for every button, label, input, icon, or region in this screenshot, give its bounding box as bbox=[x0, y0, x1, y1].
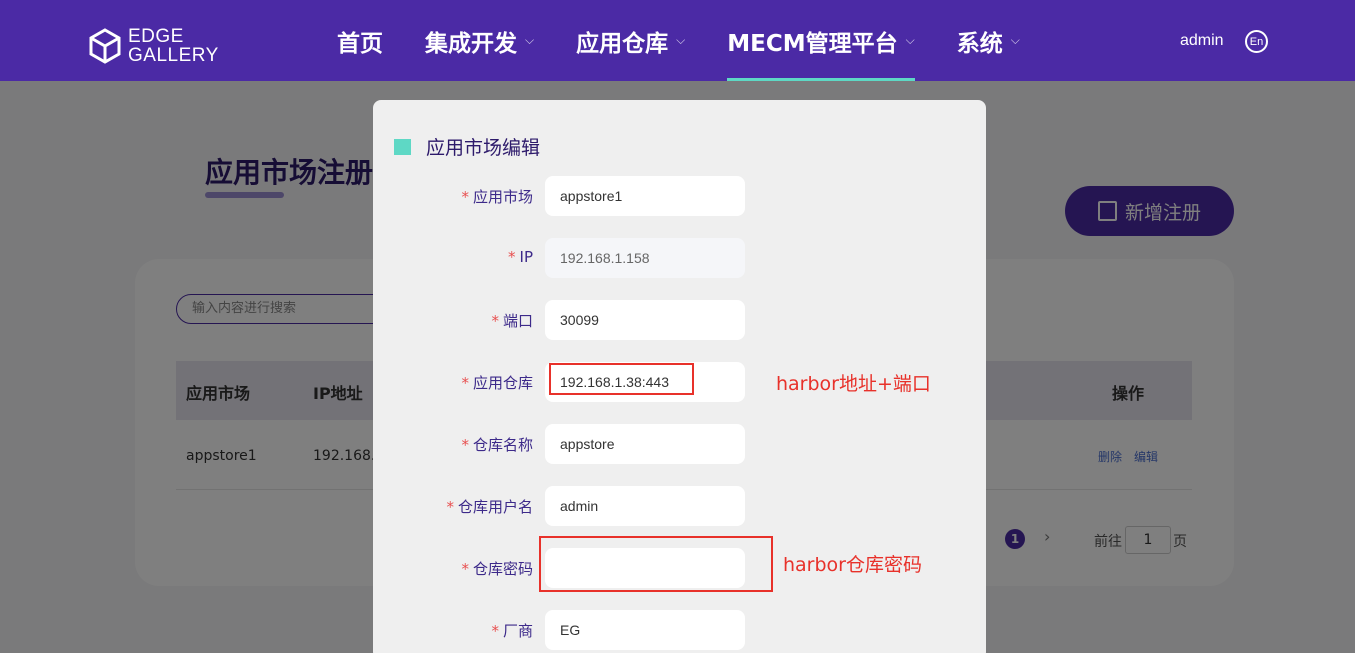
field-label-text: 端口 bbox=[502, 312, 533, 330]
required-mark: * bbox=[461, 374, 469, 392]
nav-mecm-label: MECM管理平台 bbox=[727, 30, 898, 57]
field-label: * 应用仓库 bbox=[461, 372, 533, 393]
title-marker-icon bbox=[394, 138, 411, 155]
annotation-repo-note: harbor地址+端口 bbox=[776, 373, 931, 395]
dialog-title-text: 应用市场编辑 bbox=[426, 137, 541, 159]
nav-mecm[interactable]: MECM管理平台 ⌵ bbox=[727, 0, 916, 81]
field-repo-user: * 仓库用户名 bbox=[373, 486, 986, 526]
main-nav: 首页 集成开发 ⌵ 应用仓库 ⌵ MECM管理平台 ⌵ 系统 ⌵ bbox=[337, 0, 1062, 81]
logo-text-line2: GALLERY bbox=[128, 45, 219, 66]
required-mark: * bbox=[491, 622, 499, 640]
nav-home[interactable]: 首页 bbox=[337, 0, 383, 81]
required-mark: * bbox=[446, 498, 454, 516]
repo-name-input[interactable] bbox=[545, 424, 745, 464]
field-label: * IP bbox=[508, 248, 533, 266]
port-input[interactable] bbox=[545, 300, 745, 340]
field-label: * 厂商 bbox=[491, 620, 533, 641]
nav-home-label: 首页 bbox=[337, 30, 383, 57]
edgegallery-logo-icon bbox=[89, 28, 121, 64]
field-label: * 仓库名称 bbox=[461, 434, 533, 455]
field-ip: * IP bbox=[373, 238, 986, 278]
field-appstore: * 应用市场 bbox=[373, 176, 986, 216]
field-label-text: 仓库名称 bbox=[472, 436, 533, 454]
required-mark: * bbox=[461, 560, 469, 578]
chevron-down-icon: ⌵ bbox=[676, 33, 686, 47]
user-name[interactable]: admin bbox=[1180, 32, 1224, 50]
required-mark: * bbox=[461, 188, 469, 206]
field-vendor: * 厂商 bbox=[373, 610, 986, 650]
nav-app-store-label: 应用仓库 bbox=[576, 30, 669, 57]
nav-integration-dev[interactable]: 集成开发 ⌵ bbox=[425, 0, 534, 81]
dialog-title: 应用市场编辑 bbox=[394, 133, 540, 160]
nav-app-store[interactable]: 应用仓库 ⌵ bbox=[576, 0, 685, 81]
top-header: EDGE GALLERY 首页 集成开发 ⌵ 应用仓库 ⌵ MECM管理平台 ⌵ 系统… bbox=[0, 0, 1355, 81]
field-label: * 应用市场 bbox=[461, 186, 533, 207]
field-label-text: 应用市场 bbox=[472, 188, 533, 206]
nav-system-label: 系统 bbox=[956, 30, 1003, 57]
required-mark: * bbox=[491, 312, 499, 330]
required-mark: * bbox=[461, 436, 469, 454]
logo[interactable]: EDGE GALLERY bbox=[88, 27, 219, 65]
annotation-box-repo bbox=[549, 363, 694, 395]
field-label-text: 仓库密码 bbox=[472, 560, 533, 578]
nav-system[interactable]: 系统 ⌵ bbox=[957, 0, 1020, 81]
ip-input bbox=[545, 238, 745, 278]
logo-text: EDGE GALLERY bbox=[128, 27, 219, 65]
field-port: * 端口 bbox=[373, 300, 986, 340]
annotation-box-password bbox=[539, 536, 773, 592]
field-label: * 端口 bbox=[491, 310, 533, 331]
required-mark: * bbox=[508, 248, 516, 266]
vendor-input[interactable] bbox=[545, 610, 745, 650]
field-label: * 仓库密码 bbox=[461, 558, 533, 579]
language-toggle-icon[interactable]: En bbox=[1245, 30, 1268, 53]
repo-username-input[interactable] bbox=[545, 486, 745, 526]
chevron-down-icon: ⌵ bbox=[1010, 33, 1020, 47]
field-repo-name: * 仓库名称 bbox=[373, 424, 986, 464]
appstore-name-input[interactable] bbox=[545, 176, 745, 216]
logo-text-line1: EDGE bbox=[128, 26, 184, 47]
field-label: * 仓库用户名 bbox=[446, 496, 533, 517]
chevron-down-icon: ⌵ bbox=[525, 33, 535, 47]
nav-integration-dev-label: 集成开发 bbox=[425, 30, 517, 57]
field-label-text: IP bbox=[519, 248, 533, 266]
chevron-down-icon: ⌵ bbox=[905, 33, 915, 47]
field-label-text: 仓库用户名 bbox=[457, 498, 533, 516]
field-label-text: 应用仓库 bbox=[472, 374, 533, 392]
annotation-password-note: harbor仓库密码 bbox=[783, 554, 922, 576]
field-label-text: 厂商 bbox=[502, 622, 533, 640]
